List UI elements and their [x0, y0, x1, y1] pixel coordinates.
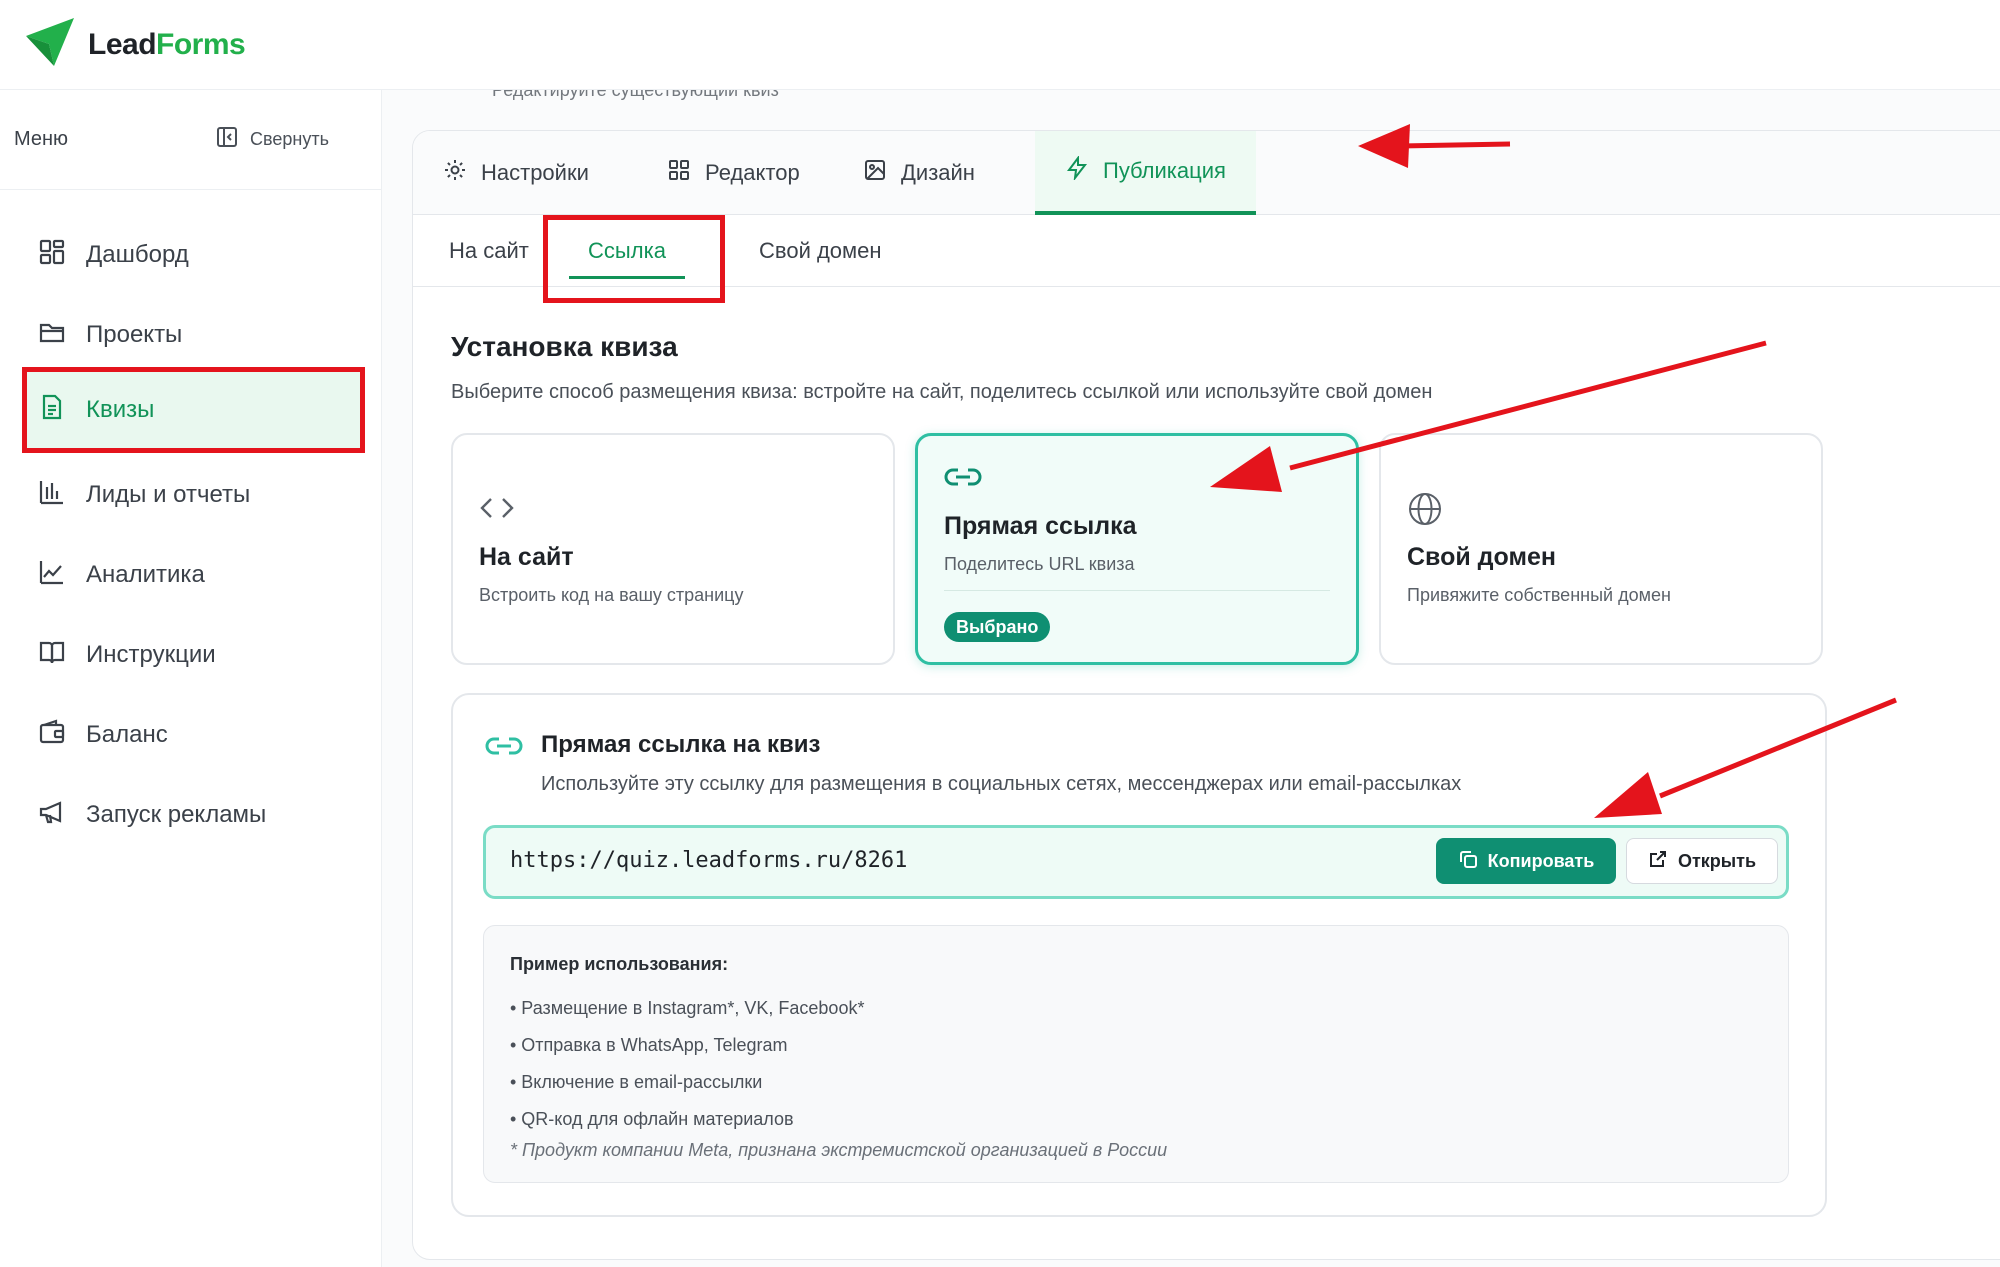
- sidebar-item-ads[interactable]: Запуск рекламы: [22, 772, 365, 858]
- tab-label: Редактор: [705, 160, 800, 185]
- sidebar-item-label: Квизы: [86, 396, 155, 423]
- main-area: Редактируйте существующий квиз Настройки…: [382, 90, 2000, 1267]
- selected-badge: Выбрано: [944, 612, 1051, 642]
- copy-icon: [1458, 849, 1478, 874]
- list-item: • QR-код для офлайн материалов: [510, 1109, 794, 1129]
- bar-chart-icon: [38, 478, 66, 513]
- sidebar-item-label: Проекты: [86, 321, 183, 348]
- dashboard-icon: [38, 238, 66, 273]
- sidebar-item-label: Аналитика: [86, 561, 205, 588]
- example-list: • Размещение в Instagram*, VK, Facebook*…: [510, 990, 864, 1138]
- tab-settings[interactable]: Настройки: [413, 131, 619, 215]
- tab-publish[interactable]: Публикация: [1035, 131, 1256, 215]
- logo-arrow-icon: [24, 16, 76, 73]
- option-subtitle: Привяжите собственный домен: [1407, 585, 1671, 605]
- collapse-button[interactable]: Свернуть: [216, 126, 329, 153]
- code-icon: [479, 493, 515, 528]
- book-icon: [38, 638, 66, 673]
- image-icon: [863, 158, 887, 188]
- subtab-domain[interactable]: Свой домен: [759, 215, 882, 287]
- globe-icon: [1407, 491, 1443, 532]
- option-subtitle: Поделитесь URL квиза: [944, 554, 1135, 574]
- tab-label: Настройки: [481, 160, 589, 185]
- link-panel-description: Используйте эту ссылку для размещения в …: [541, 773, 1462, 795]
- option-site[interactable]: На сайт Встроить код на вашу страницу: [451, 433, 895, 665]
- sidebar-header: Меню Свернуть: [0, 90, 381, 190]
- option-link[interactable]: Прямая ссылка Поделитесь URL квиза Выбра…: [915, 433, 1359, 665]
- copy-label: Копировать: [1487, 850, 1595, 871]
- tab-label: Публикация: [1103, 158, 1226, 183]
- logo-lead: Lead: [88, 27, 157, 61]
- list-item: • Отправка в WhatsApp, Telegram: [510, 1035, 788, 1055]
- collapse-label: Свернуть: [250, 129, 329, 149]
- list-item: • Включение в email-рассылки: [510, 1072, 763, 1092]
- section-title: Установка квиза: [451, 331, 678, 362]
- sidebar-item-instructions[interactable]: Инструкции: [22, 612, 365, 698]
- scrolled-text: Редактируйте существующий квиз: [492, 90, 779, 100]
- open-label: Открыть: [1677, 850, 1757, 871]
- option-title: Свой домен: [1407, 543, 1556, 571]
- grid-icon: [667, 158, 691, 188]
- gear-icon: [443, 158, 467, 188]
- lightning-icon: [1065, 155, 1089, 186]
- subtab-label: На сайт: [449, 238, 529, 263]
- link-icon: [485, 731, 523, 766]
- sidebar-item-dashboard[interactable]: Дашборд: [22, 212, 365, 298]
- sidebar-item-label: Инструкции: [86, 641, 216, 668]
- section-description: Выберите способ размещения квиза: встрой…: [451, 381, 1433, 403]
- url-field[interactable]: https://quiz.leadforms.ru/8261 Копироват…: [483, 825, 1789, 899]
- megaphone-icon: [38, 798, 66, 833]
- quiz-url[interactable]: https://quiz.leadforms.ru/8261: [510, 848, 907, 873]
- main-tabs: Настройки Редактор Дизайн Публикация: [413, 131, 2000, 215]
- tab-design[interactable]: Дизайн: [833, 131, 1005, 215]
- subtab-site[interactable]: На сайт: [449, 215, 529, 287]
- sidebar-item-label: Лиды и отчеты: [86, 481, 251, 508]
- menu-label: Меню: [14, 128, 69, 150]
- option-title: На сайт: [479, 543, 574, 571]
- option-subtitle: Встроить код на вашу страницу: [479, 585, 744, 605]
- tab-label: Дизайн: [901, 160, 975, 185]
- sidebar-item-projects[interactable]: Проекты: [22, 292, 365, 378]
- top-bar: LeadForms: [0, 0, 2000, 90]
- example-footnote: * Продукт компании Meta, признана экстре…: [510, 1140, 1168, 1160]
- subtab-label: Свой домен: [759, 238, 882, 263]
- sidebar-item-label: Баланс: [86, 721, 168, 748]
- copy-button[interactable]: Копировать: [1436, 838, 1616, 884]
- annotation-box: [543, 215, 725, 303]
- tab-editor[interactable]: Редактор: [637, 131, 830, 215]
- document-icon: [38, 393, 66, 428]
- logo[interactable]: LeadForms: [24, 16, 246, 73]
- logo-wordmark: LeadForms: [88, 27, 246, 62]
- direct-link-panel: Прямая ссылка на квиз Используйте эту сс…: [451, 693, 1827, 1217]
- wallet-icon: [38, 718, 66, 753]
- sidebar-item-leads[interactable]: Лиды и отчеты: [22, 452, 365, 538]
- external-link-icon: [1648, 849, 1668, 874]
- option-domain[interactable]: Свой домен Привяжите собственный домен: [1379, 433, 1823, 665]
- link-panel-title: Прямая ссылка на квиз: [541, 731, 821, 758]
- sidebar-item-label: Дашборд: [86, 241, 189, 268]
- list-item: • Размещение в Instagram*, VK, Facebook*: [510, 998, 865, 1018]
- link-icon: [944, 462, 982, 497]
- sidebar-item-analytics[interactable]: Аналитика: [22, 532, 365, 618]
- example-title: Пример использования:: [510, 954, 729, 974]
- folder-icon: [38, 318, 66, 353]
- open-button[interactable]: Открыть: [1626, 838, 1778, 884]
- sidebar: Меню Свернуть Дашборд Проекты Квизы Лиды…: [0, 90, 382, 1267]
- usage-example: Пример использования: • Размещение в Ins…: [483, 925, 1789, 1183]
- option-title: Прямая ссылка: [944, 512, 1137, 540]
- sidebar-item-label: Запуск рекламы: [86, 801, 267, 828]
- sidebar-item-balance[interactable]: Баланс: [22, 692, 365, 778]
- sidebar-item-quizzes[interactable]: Квизы: [22, 367, 365, 453]
- line-chart-icon: [38, 558, 66, 593]
- publish-card: Настройки Редактор Дизайн Публикация На: [412, 130, 2000, 1260]
- logo-forms: Forms: [156, 27, 246, 61]
- page: LeadForms Меню Свернуть Дашборд Проекты: [0, 0, 2000, 1267]
- option-divider: [944, 590, 1330, 591]
- collapse-icon: [216, 126, 238, 153]
